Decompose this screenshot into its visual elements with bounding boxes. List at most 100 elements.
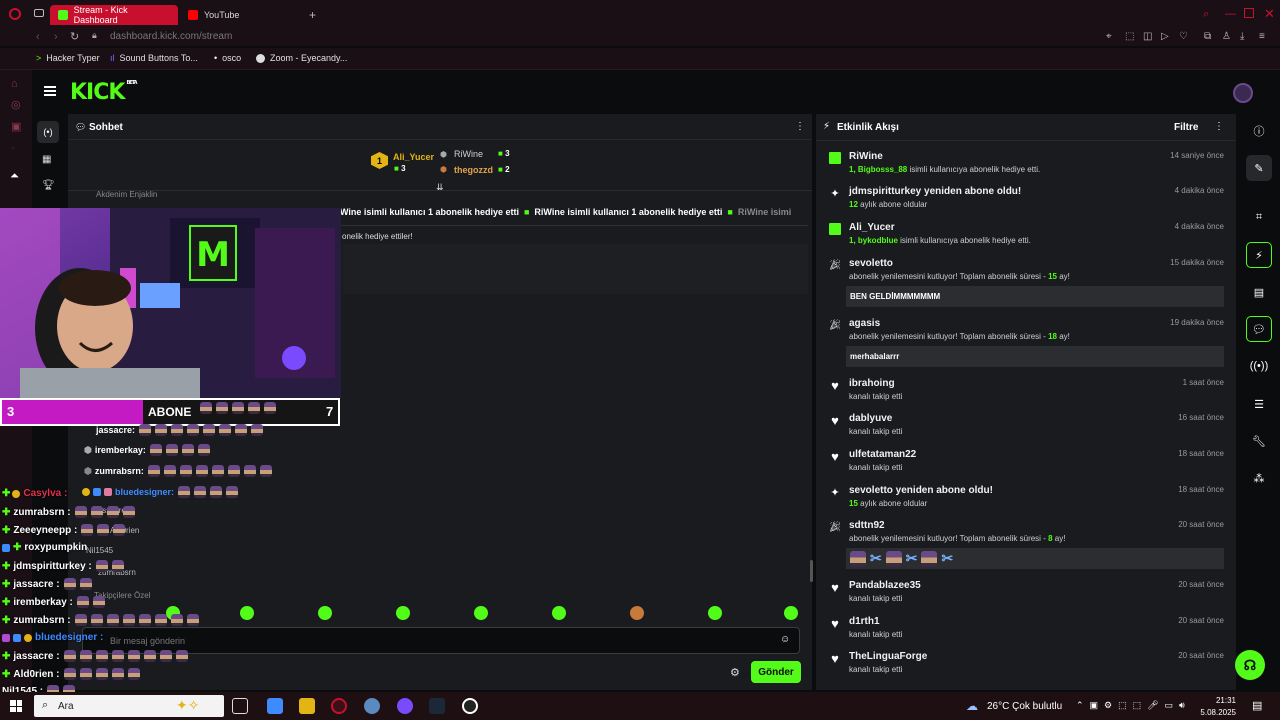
windows-start-icon[interactable] xyxy=(10,700,22,712)
layers-icon[interactable]: ☰ xyxy=(1246,391,1272,417)
chat-username[interactable]: jassacre: xyxy=(96,425,135,435)
camera-icon[interactable]: ◫ xyxy=(1143,31,1152,42)
activity-more-icon[interactable]: ⋮ xyxy=(1214,121,1224,132)
weather-label[interactable]: 26°C Çok bulutlu xyxy=(987,701,1062,712)
play-icon[interactable]: ▷ xyxy=(1161,31,1169,42)
activity-event[interactable]: ♥ ulfetataman22 18 saat önce kanalı takip e… xyxy=(826,449,1226,479)
emote-icon[interactable] xyxy=(474,606,488,620)
chat-scrollbar[interactable] xyxy=(810,560,813,582)
chat-username[interactable]: bluedesigner: xyxy=(115,487,174,497)
chat-username[interactable]: iremberkay: xyxy=(95,445,146,455)
notification-icon[interactable]: ▤ xyxy=(1252,699,1262,712)
forward-button[interactable]: › xyxy=(54,31,58,43)
bookmark-hacker-typer[interactable]: > Hacker Typer xyxy=(36,53,100,63)
activity-event[interactable]: 🎉︎ agasis 19 dakika önce abonelik yenilemes… xyxy=(826,318,1226,367)
back-button[interactable]: ‹ xyxy=(36,31,40,43)
activity-event[interactable]: ✦ sevoletto yeniden abone oldu! 18 saat ön… xyxy=(826,485,1226,515)
opera-mail-icon[interactable]: ▣ xyxy=(11,120,21,133)
obs-icon[interactable] xyxy=(462,698,478,714)
emoji-icon[interactable]: ☺ xyxy=(780,634,790,645)
filter-button[interactable]: Filtre xyxy=(1174,122,1198,133)
opera-games-icon[interactable]: ◎ xyxy=(11,98,21,111)
kick-logo[interactable]: KICK BETA xyxy=(70,80,138,105)
activity-lightning-icon[interactable]: ⚡︎ xyxy=(1246,242,1272,268)
bookmark-zoom[interactable]: Zoom - Eyecandy... xyxy=(256,53,347,63)
event-time: 19 dakika önce xyxy=(1170,318,1224,327)
edge-icon[interactable] xyxy=(267,698,283,714)
event-message: merhabalarrr xyxy=(846,346,1224,367)
opera-dots-icon[interactable]: · xyxy=(11,142,15,154)
opera-bag-icon[interactable]: ⌂ xyxy=(11,78,18,90)
chat-more-icon[interactable]: ⋮ xyxy=(795,121,805,132)
discord-icon[interactable] xyxy=(397,698,413,714)
broadcast-icon[interactable]: ((•)) xyxy=(1246,353,1272,379)
live-broadcast-icon[interactable]: (•) xyxy=(37,121,59,143)
activity-event[interactable]: ♥ TheLinguaForge 20 saat önce kanalı takip … xyxy=(826,651,1226,681)
hamburger-menu-icon[interactable] xyxy=(44,86,56,96)
close-window-button[interactable]: ✕ xyxy=(1264,6,1275,22)
tab-kick-dashboard[interactable]: Stream - Kick Dashboard xyxy=(50,5,178,25)
activity-event[interactable]: RiWine 14 saniye önce 1, Bigbosss_88 isiml… xyxy=(826,151,1226,181)
edit-pencil-icon[interactable]: ✎ xyxy=(1246,155,1272,181)
emote-icon xyxy=(226,486,239,498)
document-icon[interactable]: ▤ xyxy=(1246,279,1272,305)
settings-gear-icon[interactable]: ⚙ xyxy=(730,666,740,679)
focus-icon[interactable]: ⌗ xyxy=(1246,204,1272,230)
trophy-icon[interactable]: 🏆︎ xyxy=(42,180,55,191)
pin-icon[interactable]: ⌖ xyxy=(1106,31,1112,42)
activity-event[interactable]: 🎉︎ sdttn92 20 saat önce abonelik yenilemesi… xyxy=(826,520,1226,569)
emote-icon[interactable] xyxy=(784,606,798,620)
minimize-button[interactable]: — xyxy=(1225,8,1236,20)
activity-event[interactable]: ♥ Pandablazee35 20 saat önce kanalı takip e… xyxy=(826,580,1226,610)
heart-bookmark-icon[interactable]: ♡ xyxy=(1179,31,1188,42)
emote-icon[interactable] xyxy=(396,606,410,620)
send-button[interactable]: Gönder xyxy=(751,661,801,683)
emote-icon[interactable] xyxy=(708,606,722,620)
event-time: 18 saat önce xyxy=(1178,485,1224,494)
emote-icon[interactable] xyxy=(240,606,254,620)
app-icon[interactable] xyxy=(364,698,380,714)
badge-icon xyxy=(12,489,21,498)
activity-event[interactable]: ♥ ibrahoing 1 saat önce kanalı takip etti xyxy=(826,378,1226,408)
info-icon[interactable]: ⓘ xyxy=(1246,118,1272,144)
emote-icon[interactable] xyxy=(318,606,332,620)
snapshot-icon[interactable]: ⬚ xyxy=(1125,31,1134,42)
reload-icon[interactable]: ↻ xyxy=(70,30,79,43)
bookmark-osco[interactable]: • osco xyxy=(214,53,241,63)
new-tab-button[interactable]: + xyxy=(309,8,316,22)
emote-icon[interactable] xyxy=(552,606,566,620)
task-view-icon[interactable] xyxy=(232,698,248,714)
tab-youtube[interactable]: YouTube xyxy=(180,5,300,25)
steam-icon[interactable] xyxy=(429,698,445,714)
avatar[interactable] xyxy=(1233,83,1253,103)
activity-event[interactable]: Ali_Yucer 4 dakika önce 1, bykodblue isiml… xyxy=(826,222,1226,252)
url-field[interactable]: dashboard.kick.com/stream xyxy=(110,31,232,42)
activity-event[interactable]: ✦ jdmspiritturkey yeniden abone oldu! 4 da… xyxy=(826,186,1226,216)
chat-input[interactable] xyxy=(82,627,800,654)
wrench-icon[interactable]: 🔧︎ xyxy=(1246,428,1272,454)
tab-menu-icon[interactable] xyxy=(34,9,44,17)
activity-event[interactable]: ♥ d1rth1 20 saat önce kanalı takip etti xyxy=(826,616,1226,646)
bookmark-sound-buttons[interactable]: ıl Sound Buttons To... xyxy=(110,53,198,63)
opera-arrow-icon[interactable]: ⏶ xyxy=(10,170,19,183)
extensions-icon[interactable]: ⧉ xyxy=(1204,31,1211,42)
system-tray-icons[interactable]: ⌃▣⚙⬚⬚🎤︎▭🔊︎ xyxy=(1076,700,1191,711)
nodes-icon[interactable]: ⁂ xyxy=(1246,465,1272,491)
expand-chevron-icon[interactable]: ⇊ xyxy=(436,182,444,193)
emote-icon[interactable] xyxy=(630,606,644,620)
menu-icon[interactable]: ≡ xyxy=(1259,31,1265,42)
activity-event[interactable]: 🎉︎ sevoletto 15 dakika önce abonelik yenile… xyxy=(826,258,1226,307)
support-headset-icon[interactable]: ☊ xyxy=(1235,650,1265,680)
chat-icon[interactable]: 💬︎ xyxy=(1246,316,1272,342)
file-explorer-icon[interactable] xyxy=(299,698,315,714)
download-icon[interactable]: ⤓ xyxy=(1240,31,1244,42)
search-tabs-icon[interactable]: ⌕ xyxy=(1203,8,1209,21)
opera-taskbar-icon[interactable] xyxy=(331,698,347,714)
layout-icon[interactable]: ▦ xyxy=(42,154,51,165)
plus-badge-icon: ✚ xyxy=(2,668,11,680)
maximize-button[interactable] xyxy=(1244,8,1254,18)
opera-logo-icon[interactable] xyxy=(9,8,21,20)
profile-icon[interactable]: ♙ xyxy=(1222,31,1231,42)
activity-event[interactable]: ♥ dablyuve 16 saat önce kanalı takip etti xyxy=(826,413,1226,443)
chat-username[interactable]: zumrabsrn: xyxy=(95,466,144,476)
